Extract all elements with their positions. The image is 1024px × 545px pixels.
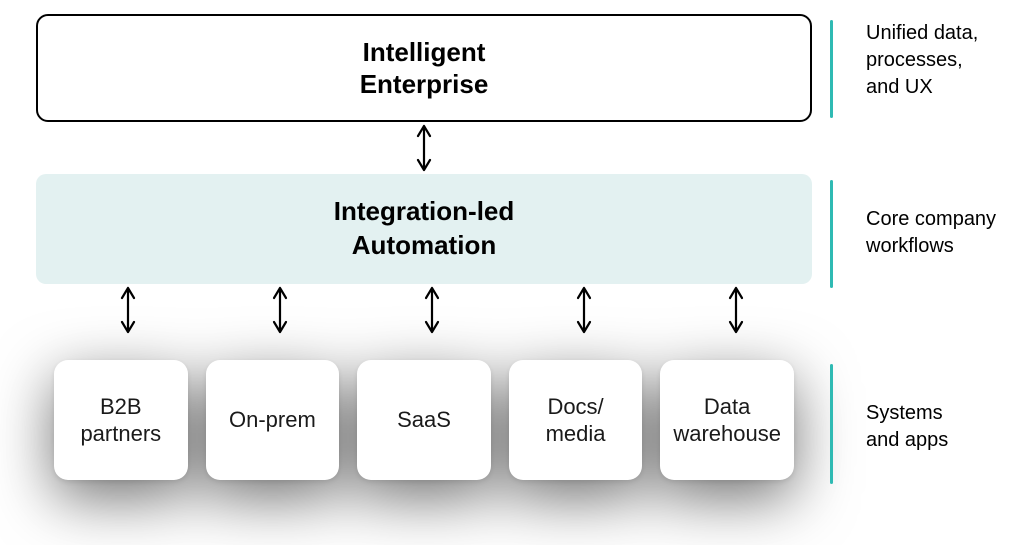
- side-label-line: and apps: [866, 427, 948, 454]
- side-labels: Unified data, processes, and UX Core com…: [848, 20, 1008, 484]
- side-label-line: and UX: [866, 74, 1008, 101]
- architecture-diagram: Intelligent Enterprise Integration-led A…: [36, 14, 812, 504]
- side-label-line: workflows: [866, 233, 996, 260]
- side-label-line: Systems: [866, 400, 948, 427]
- system-card-docs: Docs/ media: [509, 360, 643, 480]
- accent-bar: [830, 364, 833, 484]
- system-card-label: media: [546, 420, 606, 448]
- system-card-label: B2B: [80, 393, 161, 421]
- system-card-label: partners: [80, 420, 161, 448]
- layer-top-title-1: Intelligent: [360, 36, 489, 69]
- system-card-label: warehouse: [673, 420, 781, 448]
- double-arrow-icon: [422, 286, 442, 334]
- system-card-b2b: B2B partners: [54, 360, 188, 480]
- connector-top-mid: [36, 122, 812, 174]
- double-arrow-icon: [118, 286, 138, 334]
- connector-mid-bottom: [36, 284, 812, 336]
- side-label-middle: Core company workflows: [848, 180, 1008, 288]
- layer-integration-automation: Integration-led Automation: [36, 174, 812, 284]
- layer-intelligent-enterprise: Intelligent Enterprise: [36, 14, 812, 122]
- system-card-onprem: On-prem: [206, 360, 340, 480]
- layer-mid-title-1: Integration-led: [334, 195, 515, 229]
- system-card-saas: SaaS: [357, 360, 491, 480]
- side-label-bottom: Systems and apps: [848, 364, 1008, 484]
- system-card-label: SaaS: [397, 406, 451, 434]
- system-card-label: On-prem: [229, 406, 316, 434]
- double-arrow-icon: [726, 286, 746, 334]
- side-label-line: Unified data,: [866, 20, 1008, 47]
- layer-systems-apps: B2B partners On-prem SaaS Docs/: [36, 336, 812, 504]
- system-card-label: Data: [673, 393, 781, 421]
- double-arrow-icon: [270, 286, 290, 334]
- layer-mid-title-2: Automation: [334, 229, 515, 263]
- side-label-top: Unified data, processes, and UX: [848, 20, 1008, 118]
- accent-bar: [830, 180, 833, 288]
- system-card-label: Docs/: [546, 393, 606, 421]
- side-label-line: Core company: [866, 206, 996, 233]
- layer-top-title-2: Enterprise: [360, 68, 489, 101]
- accent-bar: [830, 20, 833, 118]
- double-arrow-icon: [574, 286, 594, 334]
- side-label-line: processes,: [866, 47, 1008, 74]
- double-arrow-icon: [414, 124, 434, 172]
- system-card-datawarehouse: Data warehouse: [660, 360, 794, 480]
